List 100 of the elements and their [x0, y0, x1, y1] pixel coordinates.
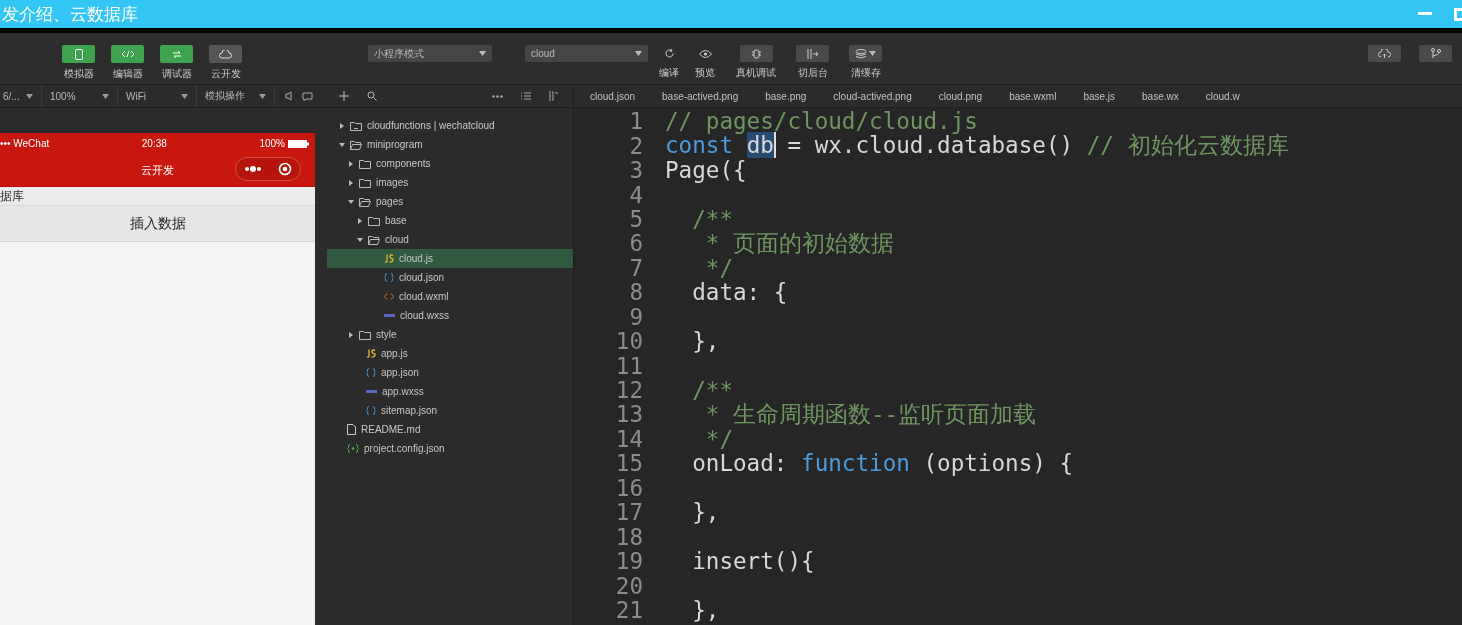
- line-number: 15: [614, 450, 643, 477]
- code-line: /**: [691, 205, 733, 232]
- tree-item[interactable]: miniprogram: [327, 135, 573, 154]
- insert-data-button[interactable]: 插入数据: [0, 205, 315, 242]
- line-number: 12: [614, 377, 643, 404]
- line-number: 6: [628, 230, 643, 257]
- editor-tab[interactable]: base.wx: [1142, 90, 1179, 102]
- tree-item[interactable]: components: [327, 154, 573, 173]
- action-button[interactable]: [739, 45, 773, 62]
- cloud-folder-icon: [350, 120, 362, 131]
- caret-icon: [259, 93, 266, 99]
- collapsed-arrow-icon[interactable]: [348, 160, 354, 167]
- editor-tab[interactable]: cloud.png: [938, 90, 983, 102]
- eye-icon: [698, 49, 712, 58]
- open-folder-icon: [368, 234, 380, 245]
- collapsed-arrow-icon[interactable]: [357, 217, 363, 224]
- line-number: 5: [628, 205, 643, 232]
- toolbar-label: 云开发: [210, 67, 241, 81]
- line-number: 20: [614, 572, 643, 599]
- bug-icon: [750, 48, 762, 59]
- folder-icon: [359, 329, 371, 340]
- code-line: onLoad: function (options) {: [691, 450, 1074, 477]
- toolbar-label: 预览: [695, 66, 715, 80]
- expanded-arrow-icon[interactable]: [339, 141, 345, 148]
- tree-item[interactable]: cloud.json: [327, 268, 573, 287]
- caret-icon: [26, 93, 33, 99]
- script-file-icon: [366, 349, 376, 358]
- line-number: 7: [628, 254, 643, 281]
- search-icon[interactable]: [367, 91, 377, 101]
- tree-item[interactable]: base: [327, 211, 573, 230]
- window-title: 发介绍、云数据库: [2, 3, 138, 26]
- device-dropdown[interactable]: 6/...: [0, 85, 42, 107]
- line-number: 16: [614, 474, 643, 501]
- battery-icon: [288, 139, 309, 148]
- toolbar-label: 调试器: [161, 67, 192, 81]
- action-button[interactable]: [796, 45, 829, 62]
- tree-item[interactable]: cloud.wxss: [327, 306, 573, 325]
- editor-tab[interactable]: cloud-actived.png: [833, 90, 912, 102]
- collapsed-arrow-icon[interactable]: [339, 122, 345, 129]
- tree-item[interactable]: pages: [327, 192, 573, 211]
- collapsed-arrow-icon[interactable]: [348, 331, 354, 338]
- operation-dropdown[interactable]: 模拟操作: [197, 85, 275, 107]
- folder-icon: [359, 158, 371, 169]
- line-number: 17: [614, 499, 643, 526]
- braces-icon: [366, 368, 376, 377]
- mode-dropdown[interactable]: 小程序模式: [368, 45, 492, 62]
- editor-tab[interactable]: base.js: [1083, 90, 1116, 102]
- capsule-menu[interactable]: [235, 157, 301, 181]
- action-button[interactable]: [849, 45, 882, 62]
- editor-tab[interactable]: cloud.w: [1205, 90, 1240, 102]
- view-toggle-button[interactable]: [160, 45, 193, 63]
- more-icon[interactable]: [492, 94, 503, 98]
- tree-item[interactable]: style: [327, 325, 573, 344]
- speaker-icon[interactable]: [285, 91, 292, 101]
- toolbar-label: 模拟器: [63, 67, 94, 81]
- script-file-icon: [384, 254, 394, 263]
- tree-item[interactable]: cloud: [327, 230, 573, 249]
- code-line: insert(){: [691, 548, 815, 575]
- editor-tab[interactable]: base.wxml: [1009, 90, 1057, 102]
- collapsed-arrow-icon[interactable]: [348, 179, 354, 186]
- code-line: Page({: [665, 157, 747, 184]
- tree-item[interactable]: cloud.wxml: [327, 287, 573, 306]
- line-number: 19: [614, 548, 643, 575]
- line-number: 13: [614, 401, 643, 428]
- action-button[interactable]: [1368, 45, 1401, 62]
- open-folder-icon: [359, 196, 371, 207]
- braces-icon: [384, 273, 394, 282]
- add-icon[interactable]: [339, 91, 349, 101]
- view-toggle-button[interactable]: [62, 45, 95, 63]
- phone-icon: [74, 48, 83, 60]
- open-folder-icon: [350, 139, 362, 150]
- editor-tab[interactable]: cloud.json: [590, 90, 636, 102]
- expanded-arrow-icon[interactable]: [348, 198, 354, 205]
- list-icon[interactable]: [521, 92, 531, 100]
- tree-item[interactable]: sitemap.json: [327, 401, 573, 420]
- tree-item[interactable]: images: [327, 173, 573, 192]
- tree-item[interactable]: app.json: [327, 363, 573, 382]
- more-icon[interactable]: [244, 166, 262, 172]
- view-toggle-button[interactable]: [209, 45, 242, 63]
- action-button[interactable]: [1419, 45, 1452, 62]
- view-toggle-button[interactable]: [111, 45, 144, 63]
- file-icon: [347, 424, 356, 435]
- chat-icon[interactable]: [302, 91, 313, 101]
- angle-brackets-icon: [384, 293, 394, 300]
- tree-item[interactable]: README.md: [327, 420, 573, 439]
- tree-item[interactable]: cloudfunctions | wechatcloud: [327, 116, 573, 135]
- tree-item[interactable]: app.wxss: [327, 382, 573, 401]
- toolbar-label: 编译: [659, 66, 679, 80]
- tree-item[interactable]: cloud.js: [327, 249, 573, 268]
- compile-dropdown[interactable]: cloud: [525, 45, 648, 62]
- tree-item[interactable]: app.js: [327, 344, 573, 363]
- editor-tab[interactable]: base-actived.png: [662, 90, 739, 102]
- panel-icon[interactable]: [549, 91, 559, 101]
- editor-tab[interactable]: base.png: [765, 90, 807, 102]
- tree-item[interactable]: project.config.json: [327, 439, 573, 458]
- zoom-dropdown[interactable]: 100%: [42, 85, 118, 107]
- refresh-icon: [663, 48, 675, 59]
- line-number: 21: [614, 596, 643, 623]
- network-dropdown[interactable]: WiFi: [118, 85, 197, 107]
- expanded-arrow-icon[interactable]: [357, 236, 363, 243]
